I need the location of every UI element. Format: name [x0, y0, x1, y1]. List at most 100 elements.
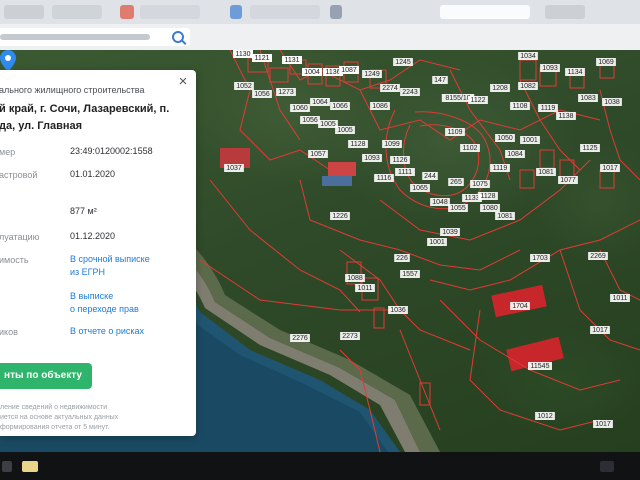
- search-icon[interactable]: [172, 31, 184, 43]
- parcel-number-text: 1034: [520, 53, 536, 60]
- blurred-tab[interactable]: [52, 5, 102, 19]
- parcel-number-label: 1081: [495, 212, 515, 220]
- parcel-number-text: 1084: [507, 151, 523, 158]
- parcel-number-text: 1088: [347, 275, 363, 282]
- parcel-number-label: 265: [448, 178, 464, 186]
- taskbar-app-icon[interactable]: [22, 461, 38, 472]
- parcel-number-label: 1075: [470, 180, 490, 188]
- parcel-number-label: 1703: [530, 254, 550, 262]
- parcel-number-label: 1001: [520, 136, 540, 144]
- parcel-number-label: 1057: [308, 150, 328, 158]
- parcel-number-label: 1048: [430, 198, 450, 206]
- parcel-number-label: 1119: [538, 104, 558, 112]
- parcel-number-label: 1038: [602, 98, 622, 106]
- footer-note-line2: иется на основе актуальных данных: [0, 414, 119, 421]
- parcel-number-label: 1077: [558, 176, 578, 184]
- parcel-number-label: 1011: [610, 294, 630, 302]
- footer-note-line3: формирования отчета от 5 минут.: [0, 424, 110, 431]
- parcel-number-label: 1001: [427, 238, 447, 246]
- area-value: 877 м²: [70, 206, 97, 216]
- parcel-number-text: 1134: [567, 69, 582, 76]
- browser-toolbar: [0, 0, 640, 51]
- parcel-number-text: 1017: [602, 165, 618, 172]
- address-bar[interactable]: [0, 28, 190, 46]
- blurred-tab[interactable]: [140, 5, 200, 19]
- parcel-number-text: 1703: [532, 255, 548, 262]
- rights-transfer-link[interactable]: В выписке: [70, 290, 113, 303]
- parcel-number-label: 1052: [234, 82, 254, 90]
- blurred-tab[interactable]: [230, 5, 242, 19]
- blurred-tab[interactable]: [4, 5, 44, 19]
- taskbar: [0, 452, 640, 480]
- footer-note-line1: ление сведений о недвижимости: [0, 404, 108, 411]
- blurred-tab[interactable]: [545, 5, 585, 19]
- parcel-number-label: 2276: [290, 334, 310, 342]
- parcel-number-label: 1125: [580, 144, 600, 152]
- parcel-number-label: 1056: [300, 116, 320, 124]
- parcel-number-label: 1134: [565, 68, 585, 76]
- object-documents-button[interactable]: нты по объекту: [0, 363, 92, 389]
- parcel-number-label: 1111: [395, 168, 415, 176]
- parcel-number-label: 1039: [440, 228, 460, 236]
- blurred-tab[interactable]: [120, 5, 134, 19]
- parcel-number-label: 1208: [490, 84, 510, 92]
- parcel-number-text: 1099: [384, 141, 400, 148]
- parcel-number-label: 1056: [252, 90, 272, 98]
- parcel-number-label: 1086: [370, 102, 390, 110]
- parcel-number-label: 1005: [318, 120, 338, 128]
- close-icon[interactable]: ×: [176, 74, 190, 89]
- parcel-number-label: 1081: [536, 168, 556, 176]
- taskbar-app-icon[interactable]: [2, 461, 12, 472]
- parcel-number-text: 1087: [341, 67, 357, 74]
- rights-transfer-link-line2[interactable]: о переходе прав: [70, 303, 139, 316]
- parcel-number-label: 226: [394, 254, 410, 262]
- parcel-number-text: 1226: [332, 213, 348, 220]
- parcel-number-text: 1138: [558, 113, 573, 120]
- blurred-tab[interactable]: [250, 5, 320, 19]
- egrn-urgent-link-line2[interactable]: из ЕГРН: [70, 266, 105, 279]
- parcel-number-text: 1128: [480, 193, 495, 200]
- parcel-number-text: 1208: [492, 85, 508, 92]
- parcel-number-text: 1133: [464, 195, 479, 202]
- taskbar-app-icon[interactable]: [600, 461, 614, 472]
- parcel-number-label: 1116: [374, 174, 394, 182]
- operation-date-label: луатацию: [0, 232, 40, 242]
- parcel-number-label: 1064: [310, 98, 330, 106]
- parcel-number-label: 1087: [339, 66, 359, 74]
- parcel-number-text: 1125: [582, 145, 597, 152]
- egrn-urgent-link[interactable]: В срочной выписке: [70, 253, 150, 266]
- map-pin-icon[interactable]: [0, 50, 16, 72]
- address-text-blurred: [0, 34, 150, 40]
- parcel-number-text: 1245: [395, 59, 411, 66]
- parcel-number-text: 1001: [429, 239, 445, 246]
- parcel-number-label: 1066: [330, 102, 350, 110]
- blurred-tab[interactable]: [440, 5, 530, 19]
- parcel-number-label: 1138: [556, 112, 576, 120]
- parcel-number-label: 1060: [290, 104, 310, 112]
- parcel-number-text: 1093: [364, 155, 380, 162]
- cadastral-date-label: астровой: [0, 170, 38, 180]
- cadastral-date-value: 01.01.2020: [70, 169, 116, 179]
- parcel-number-text: 1056: [302, 117, 318, 124]
- parcel-number-text: 1039: [442, 229, 458, 236]
- parcel-number-text: 147: [434, 77, 446, 84]
- cadastral-value-label: имость: [0, 255, 29, 265]
- parcel-number-text: 1119: [541, 105, 556, 112]
- parcel-number-label: 1226: [330, 212, 350, 220]
- parcel-number-text: 1131: [284, 57, 299, 64]
- blurred-tab[interactable]: [330, 5, 342, 19]
- parcel-number-label: 1273: [276, 88, 296, 96]
- parcel-number-label: 2243: [400, 88, 420, 96]
- parcel-number-text: 1108: [512, 103, 527, 110]
- parcel-number-label: 2269: [588, 252, 608, 260]
- parcel-number-label: 1121: [252, 54, 272, 62]
- parcel-number-label: 1084: [505, 150, 525, 158]
- property-type: ального жилищного строительства: [0, 85, 145, 95]
- parcel-number-text: 1004: [304, 69, 320, 76]
- parcel-number-label: 1109: [445, 128, 465, 136]
- parcel-number-text: 1119: [493, 165, 508, 172]
- risk-report-link[interactable]: В отчете о рисках: [70, 325, 144, 338]
- parcel-number-label: 1036: [388, 306, 408, 314]
- parcel-number-label: 1088: [345, 274, 365, 282]
- building-roof: [322, 176, 352, 186]
